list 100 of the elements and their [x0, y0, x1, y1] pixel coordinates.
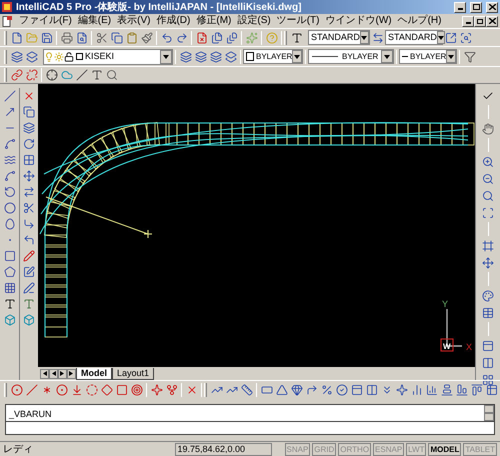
ucs-label: W	[443, 342, 451, 351]
layer-name: KISEKI	[85, 50, 116, 63]
command-text: _VBARUN	[8, 408, 53, 421]
color-swatch	[246, 52, 254, 61]
dimension-style-dropdown[interactable]: STANDARD	[385, 30, 443, 45]
layers-icon[interactable]	[223, 49, 238, 64]
color-swatch	[76, 53, 83, 60]
menu-item[interactable]: 編集(E)	[74, 15, 114, 27]
snap-circle-icon[interactable]	[9, 382, 24, 397]
layout-tab[interactable]: Layout1	[112, 368, 154, 380]
trim-icon[interactable]	[22, 200, 36, 215]
color-dropdown[interactable]: BYLAYER	[243, 49, 303, 64]
layout-tab[interactable]: Model	[76, 368, 112, 380]
menu-item[interactable]: 修正(M)	[193, 15, 234, 27]
status-message: レディ	[3, 442, 34, 456]
spline-icon[interactable]	[2, 168, 17, 183]
layers-icon[interactable]	[178, 49, 193, 64]
command-input[interactable]	[5, 422, 495, 435]
axis-label: X	[466, 342, 472, 352]
hatch-icon[interactable]	[2, 280, 17, 295]
view-icon[interactable]	[458, 30, 473, 45]
filter-icon[interactable]	[462, 49, 477, 64]
linetype-dropdown[interactable]: BYLAYER	[308, 49, 394, 64]
save-icon[interactable]	[39, 30, 54, 45]
next-icon[interactable]	[58, 368, 67, 378]
zoom-window-icon[interactable]	[480, 205, 496, 220]
text-style-dropdown[interactable]: STANDARD	[308, 30, 370, 45]
rotate-icon[interactable]	[22, 136, 36, 151]
scissors-icon[interactable]	[94, 30, 109, 45]
layers-icon[interactable]	[9, 49, 24, 64]
pencil-icon[interactable]	[22, 248, 36, 263]
layers-icon[interactable]	[24, 49, 39, 64]
line-icon[interactable]	[2, 88, 17, 103]
menu-item[interactable]: ファイル(F)	[16, 15, 75, 27]
array-icon[interactable]	[22, 152, 36, 167]
coordinates: 19.75,84.62,0.00	[174, 442, 272, 456]
sun-icon	[54, 52, 64, 62]
app-logo-icon	[2, 2, 12, 12]
restore-icon[interactable]	[474, 16, 486, 26]
close-icon[interactable]	[486, 2, 498, 12]
zoom-out-icon[interactable]	[480, 171, 496, 186]
box-icon[interactable]	[22, 312, 36, 327]
panel-icon[interactable]	[480, 355, 496, 370]
polygon-icon[interactable]	[2, 264, 17, 279]
menu-item[interactable]: 設定(S)	[234, 15, 274, 27]
zoom-in-icon[interactable]	[480, 154, 496, 169]
center-icon[interactable]	[54, 382, 69, 397]
lineweight-label: BYLAYER	[410, 50, 446, 62]
menu-item[interactable]: 表示(V)	[114, 15, 154, 27]
bulb-icon	[44, 52, 54, 62]
line-sample	[402, 56, 408, 57]
menu-item[interactable]: ヘルプ(H)	[394, 15, 444, 27]
layer-dropdown[interactable]: KISEKI	[43, 48, 173, 64]
last-icon[interactable]	[67, 368, 76, 378]
arc-icon[interactable]	[2, 184, 17, 199]
first-icon[interactable]	[40, 368, 49, 378]
move-icon[interactable]	[22, 168, 36, 183]
ruler-icon[interactable]	[239, 382, 254, 397]
link-icon[interactable]	[24, 68, 39, 82]
menu-item[interactable]: ウインドウ(W)	[322, 15, 395, 27]
link-icon[interactable]	[9, 68, 24, 82]
files-icon[interactable]	[209, 30, 224, 45]
lock-icon	[64, 52, 74, 62]
arc-icon[interactable]	[2, 136, 17, 151]
printer-icon[interactable]	[59, 30, 74, 45]
status-toggle[interactable]: MODEL	[428, 442, 462, 456]
ucs-icon	[440, 309, 462, 352]
scrollbar[interactable]	[484, 405, 494, 421]
minimize-icon[interactable]	[454, 2, 466, 12]
circle-icon[interactable]	[2, 200, 17, 215]
edit-icon[interactable]	[22, 264, 36, 279]
window-title: IntelliCAD 5 Pro -体験版- by IntelliJAPAN - [IntelliKiseki.dwg]	[16, 0, 302, 14]
layers-icon[interactable]	[208, 49, 223, 64]
pan-icon[interactable]	[480, 121, 496, 136]
grid-icon[interactable]	[480, 372, 496, 387]
move-icon[interactable]	[480, 255, 496, 270]
maximize-icon[interactable]	[470, 2, 482, 12]
edit-icon[interactable]	[22, 280, 36, 295]
panel-icon[interactable]	[480, 338, 496, 353]
palette-icon[interactable]	[480, 288, 496, 303]
linetype-label: BYLAYER	[342, 50, 378, 62]
menu-item[interactable]: 作成(D)	[153, 15, 194, 27]
menu-item[interactable]: ツール(T)	[274, 15, 322, 27]
close-icon[interactable]	[486, 16, 498, 26]
zoom-icon[interactable]	[480, 188, 496, 203]
table-icon[interactable]	[480, 305, 496, 320]
rectangle-icon[interactable]	[2, 248, 17, 263]
line-icon[interactable]	[74, 68, 89, 82]
minimize-icon[interactable]	[462, 16, 474, 26]
layers-icon[interactable]	[193, 49, 208, 64]
axis-label: Y	[442, 299, 448, 309]
crosshair-icon[interactable]	[44, 68, 59, 82]
lineweight-dropdown[interactable]: BYLAYER	[399, 49, 457, 64]
search-icon[interactable]	[104, 68, 119, 82]
previous-icon[interactable]	[49, 368, 58, 378]
window-icon[interactable]	[443, 30, 458, 45]
files-icon[interactable]	[224, 30, 239, 45]
color-label: BYLAYER	[256, 50, 292, 62]
snap-line-icon[interactable]	[24, 382, 39, 397]
brush-icon[interactable]	[139, 30, 154, 45]
